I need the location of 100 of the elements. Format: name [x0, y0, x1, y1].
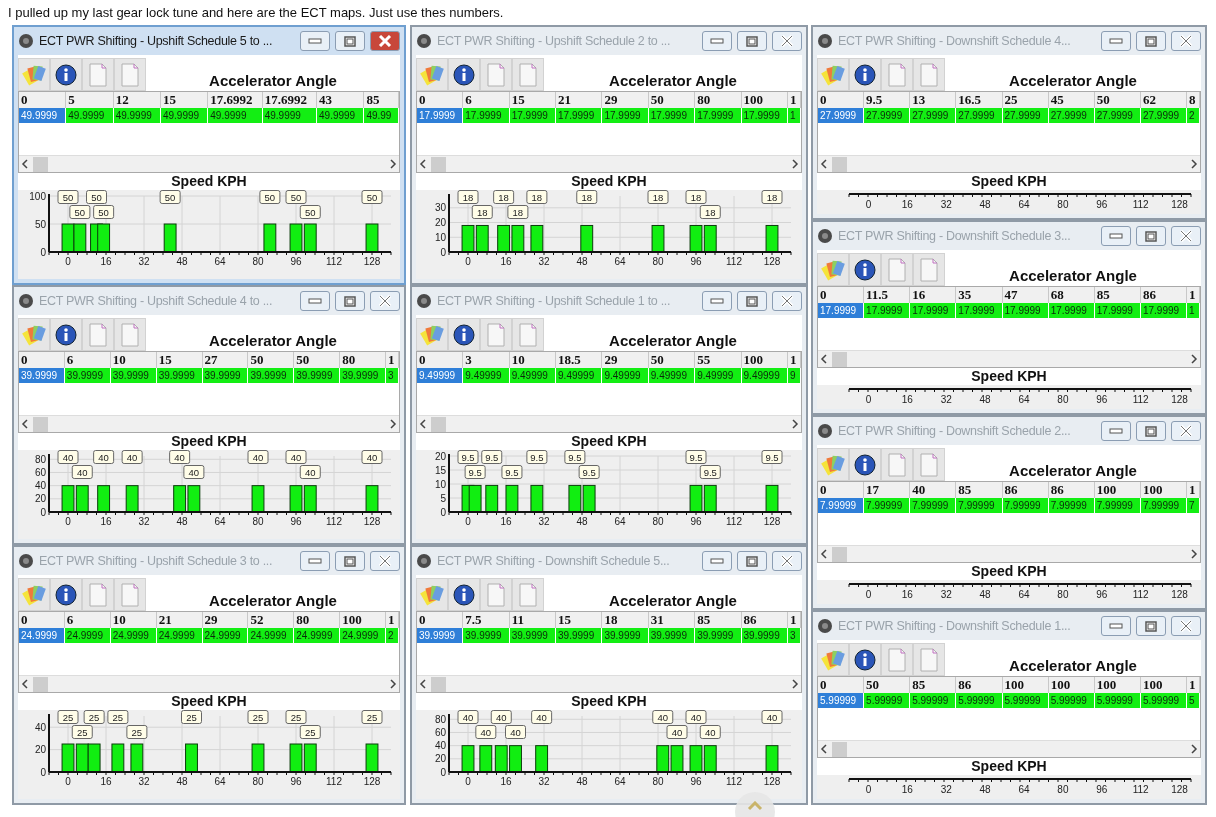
table-cell[interactable]: 9.49999 [417, 368, 463, 383]
table-cell[interactable]: 39.9999 [555, 628, 602, 643]
toolbar-button[interactable] [849, 253, 881, 286]
maximize-button[interactable] [1136, 226, 1166, 246]
table-cell[interactable]: 39.9999 [64, 368, 111, 383]
table-cell[interactable]: 39.9999 [202, 368, 248, 383]
close-button[interactable] [1171, 226, 1201, 246]
table-cell[interactable]: 9.49999 [694, 368, 742, 383]
table-cell[interactable]: 39.9999 [156, 368, 202, 383]
table-cell[interactable]: 9.49999 [555, 368, 602, 383]
table-cell[interactable]: 49.9999 [65, 108, 114, 123]
close-button[interactable] [1171, 616, 1201, 636]
scrollbar-thumb[interactable] [832, 741, 847, 757]
table-cell[interactable]: 17.9999 [863, 303, 910, 318]
table-cell[interactable]: 27.9999 [1094, 108, 1141, 123]
close-button[interactable] [772, 291, 802, 311]
table-cell[interactable]: 49.99 [363, 108, 399, 123]
table-cell[interactable]: 5.99999 [818, 693, 864, 708]
table-cell[interactable]: 5.99999 [955, 693, 1002, 708]
minimize-button[interactable] [300, 31, 330, 51]
scrollbar-thumb[interactable] [33, 676, 48, 692]
table-cell[interactable]: 5.99999 [1140, 693, 1187, 708]
scrollbar-thumb[interactable] [431, 676, 446, 692]
table-cell[interactable]: 5.99999 [1048, 693, 1095, 708]
table-cell[interactable]: 7.99999 [1002, 498, 1049, 513]
table-cell[interactable]: 39.9999 [462, 628, 510, 643]
toolbar-button[interactable] [448, 318, 480, 351]
table-cell[interactable]: 39.9999 [694, 628, 742, 643]
toolbar-button[interactable] [849, 448, 881, 481]
scrollbar-thumb[interactable] [832, 156, 847, 172]
scrollbar[interactable] [19, 675, 399, 692]
table-cell[interactable]: 39.9999 [247, 368, 294, 383]
table-cell[interactable]: 24.9999 [156, 628, 202, 643]
table-cell[interactable]: 17.9999 [1002, 303, 1049, 318]
close-button[interactable] [370, 291, 400, 311]
table-cell[interactable]: 24.9999 [293, 628, 340, 643]
table-cell[interactable]: 39.9999 [509, 628, 556, 643]
scrollbar-thumb[interactable] [33, 416, 48, 432]
table-cell[interactable]: 9.49999 [462, 368, 510, 383]
scrollbar-thumb[interactable] [33, 156, 48, 172]
toolbar-button[interactable] [50, 58, 82, 91]
table-cell[interactable]: 17.9999 [1094, 303, 1141, 318]
table-cell[interactable]: 49.9999 [316, 108, 364, 123]
table-cell[interactable]: 7.99999 [863, 498, 910, 513]
scrollbar-thumb[interactable] [431, 416, 446, 432]
table-cell[interactable]: 39.9999 [110, 368, 157, 383]
minimize-button[interactable] [702, 551, 732, 571]
close-button[interactable] [1171, 31, 1201, 51]
table-cell[interactable]: 9.49999 [601, 368, 649, 383]
table-cell[interactable]: 9.49999 [741, 368, 788, 383]
maximize-button[interactable] [737, 31, 767, 51]
table-cell[interactable]: 17.9999 [818, 303, 864, 318]
table-cell[interactable]: 5.99999 [909, 693, 956, 708]
scrollbar-thumb[interactable] [832, 546, 847, 562]
scrollbar[interactable] [818, 740, 1200, 757]
minimize-button[interactable] [702, 291, 732, 311]
maximize-button[interactable] [335, 551, 365, 571]
scrollbar[interactable] [417, 155, 801, 172]
table-cell[interactable]: 17.9999 [648, 108, 695, 123]
table-cell[interactable]: 27.9999 [863, 108, 910, 123]
table-cell[interactable]: 5.99999 [1094, 693, 1141, 708]
table-cell[interactable]: 17.9999 [555, 108, 602, 123]
toolbar-button[interactable] [448, 58, 480, 91]
table-cell[interactable]: 39.9999 [741, 628, 788, 643]
minimize-button[interactable] [702, 31, 732, 51]
table-cell[interactable]: 7.99999 [1140, 498, 1187, 513]
close-button[interactable] [772, 31, 802, 51]
table-cell[interactable]: 39.9999 [19, 368, 65, 383]
scrollbar[interactable] [818, 350, 1200, 367]
table-cell[interactable]: 24.9999 [202, 628, 248, 643]
close-button[interactable] [370, 551, 400, 571]
table-cell[interactable]: 7.99999 [955, 498, 1002, 513]
table-cell[interactable]: 9.49999 [648, 368, 695, 383]
minimize-button[interactable] [1101, 31, 1131, 51]
table-cell[interactable]: 27.9999 [955, 108, 1002, 123]
table-cell[interactable]: 27.9999 [818, 108, 864, 123]
maximize-button[interactable] [335, 291, 365, 311]
table-cell[interactable]: 49.9999 [113, 108, 161, 123]
minimize-button[interactable] [1101, 226, 1131, 246]
table-cell[interactable]: 24.9999 [339, 628, 386, 643]
maximize-button[interactable] [1136, 31, 1166, 51]
table-cell[interactable]: 17.9999 [1048, 303, 1095, 318]
scrollbar-thumb[interactable] [431, 156, 446, 172]
table-cell[interactable]: 24.9999 [19, 628, 65, 643]
table-cell[interactable]: 49.9999 [19, 108, 66, 123]
table-cell[interactable]: 49.9999 [160, 108, 208, 123]
table-cell[interactable]: 27.9999 [1002, 108, 1049, 123]
maximize-button[interactable] [335, 31, 365, 51]
table-cell[interactable]: 27.9999 [909, 108, 956, 123]
minimize-button[interactable] [300, 291, 330, 311]
scrollbar[interactable] [417, 675, 801, 692]
table-cell[interactable]: 9.49999 [509, 368, 556, 383]
table-cell[interactable]: 39.9999 [293, 368, 340, 383]
table-cell[interactable]: 17.9999 [694, 108, 742, 123]
minimize-button[interactable] [1101, 421, 1131, 441]
table-cell[interactable]: 17.9999 [1140, 303, 1187, 318]
table-cell[interactable]: 24.9999 [110, 628, 157, 643]
table-cell[interactable]: 24.9999 [64, 628, 111, 643]
maximize-button[interactable] [737, 551, 767, 571]
maximize-button[interactable] [1136, 616, 1166, 636]
